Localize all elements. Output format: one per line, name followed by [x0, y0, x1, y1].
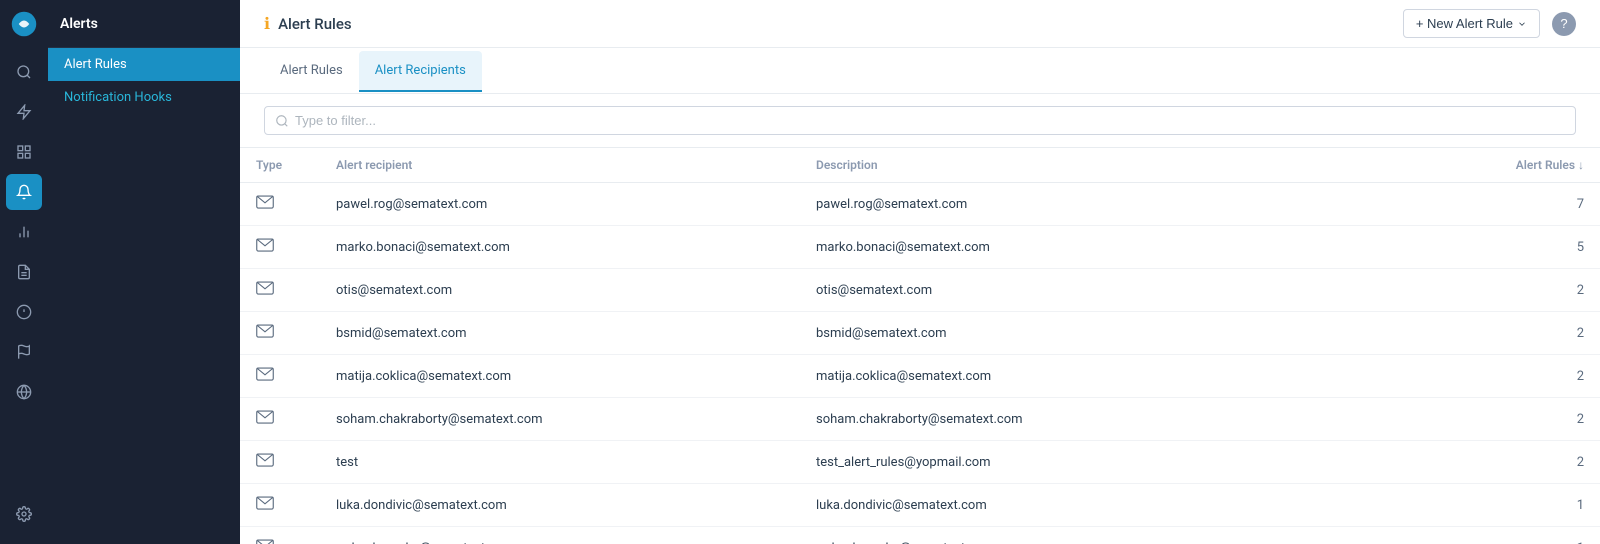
table-row: radu.gheorghe@sematext.com radu.gheorghe… [240, 527, 1600, 544]
sidebar-header: Alerts [48, 0, 240, 48]
cell-type [240, 183, 320, 226]
nav-globe[interactable] [6, 374, 42, 410]
cell-type [240, 527, 320, 544]
table-body: pawel.rog@sematext.com pawel.rog@sematex… [240, 183, 1600, 544]
table-row: soham.chakraborty@sematext.com soham.cha… [240, 398, 1600, 441]
nav-synthetics[interactable] [6, 294, 42, 330]
nav-settings[interactable] [6, 496, 42, 532]
table-row: luka.dondivic@sematext.com luka.dondivic… [240, 484, 1600, 527]
cell-type [240, 312, 320, 355]
cell-recipient: soham.chakraborty@sematext.com [320, 398, 800, 441]
cell-description: matija.coklica@sematext.com [800, 355, 1363, 398]
cell-description: pawel.rog@sematext.com [800, 183, 1363, 226]
cell-alert-rules: 2 [1363, 355, 1600, 398]
table-row: matija.coklica@sematext.com matija.cokli… [240, 355, 1600, 398]
email-icon [256, 324, 274, 338]
email-icon [256, 367, 274, 381]
col-description-header: Description [800, 148, 1363, 183]
help-label: ? [1560, 16, 1567, 31]
sidebar-item-label: Alert Rules [64, 57, 127, 72]
cell-recipient: matija.coklica@sematext.com [320, 355, 800, 398]
new-alert-rule-button[interactable]: + New Alert Rule [1403, 9, 1540, 38]
col-recipient-header: Alert recipient [320, 148, 800, 183]
info-icon: ℹ [264, 14, 270, 33]
cell-description: soham.chakraborty@sematext.com [800, 398, 1363, 441]
table-row: marko.bonaci@sematext.com marko.bonaci@s… [240, 226, 1600, 269]
nav-alerts[interactable] [6, 174, 42, 210]
email-icon [256, 238, 274, 252]
cell-alert-rules: 7 [1363, 183, 1600, 226]
nav-flag[interactable] [6, 334, 42, 370]
col-type-header: Type [240, 148, 320, 183]
search-icon [275, 114, 289, 128]
table-row: pawel.rog@sematext.com pawel.rog@sematex… [240, 183, 1600, 226]
email-icon [256, 195, 274, 209]
cell-recipient: luka.dondivic@sematext.com [320, 484, 800, 527]
tab-alert-rules[interactable]: Alert Rules [264, 51, 359, 92]
sidebar: Alerts Alert Rules Notification Hooks [48, 0, 240, 544]
sidebar-item-notification-hooks[interactable]: Notification Hooks [48, 81, 240, 114]
col-alert-rules-header: Alert Rules ↓ [1363, 148, 1600, 183]
cell-type [240, 355, 320, 398]
cell-description: radu.gheorghe@sematext.com [800, 527, 1363, 544]
cell-alert-rules: 1 [1363, 484, 1600, 527]
tab-bar: Alert Rules Alert Recipients [240, 48, 1600, 94]
cell-recipient: pawel.rog@sematext.com [320, 183, 800, 226]
nav-dashboard[interactable] [6, 134, 42, 170]
cell-alert-rules: 2 [1363, 269, 1600, 312]
cell-alert-rules: 2 [1363, 398, 1600, 441]
table-header-row: Type Alert recipient Description Alert R… [240, 148, 1600, 183]
cell-recipient: radu.gheorghe@sematext.com [320, 527, 800, 544]
sidebar-section-title: Alerts [60, 16, 98, 32]
cell-description: test_alert_rules@yopmail.com [800, 441, 1363, 484]
email-icon [256, 496, 274, 510]
chevron-down-icon [1517, 19, 1527, 29]
cell-description: luka.dondivic@sematext.com [800, 484, 1363, 527]
topbar-right: + New Alert Rule ? [1403, 9, 1576, 38]
cell-recipient: otis@sematext.com [320, 269, 800, 312]
table-row: bsmid@sematext.com bsmid@sematext.com 2 [240, 312, 1600, 355]
cell-type [240, 441, 320, 484]
left-nav-rail [0, 0, 48, 544]
cell-description: otis@sematext.com [800, 269, 1363, 312]
email-icon [256, 281, 274, 295]
new-alert-rule-label: + New Alert Rule [1416, 16, 1513, 31]
recipients-table: Type Alert recipient Description Alert R… [240, 148, 1600, 544]
email-icon [256, 453, 274, 467]
sidebar-item-label: Notification Hooks [64, 90, 172, 105]
table-row: test test_alert_rules@yopmail.com 2 [240, 441, 1600, 484]
nav-logs[interactable] [6, 254, 42, 290]
page-title: Alert Rules [278, 15, 352, 33]
cell-alert-rules: 1 [1363, 527, 1600, 544]
table-row: otis@sematext.com otis@sematext.com 2 [240, 269, 1600, 312]
cell-description: bsmid@sematext.com [800, 312, 1363, 355]
nav-search[interactable] [6, 54, 42, 90]
nav-apps[interactable] [6, 94, 42, 130]
email-icon [256, 539, 274, 544]
cell-type [240, 226, 320, 269]
email-icon [256, 410, 274, 424]
cell-type [240, 484, 320, 527]
cell-recipient: bsmid@sematext.com [320, 312, 800, 355]
cell-recipient: test [320, 441, 800, 484]
filter-bar [240, 94, 1600, 148]
cell-description: marko.bonaci@sematext.com [800, 226, 1363, 269]
nav-metrics[interactable] [6, 214, 42, 250]
topbar-left: ℹ Alert Rules [264, 14, 352, 33]
topbar: ℹ Alert Rules + New Alert Rule ? [240, 0, 1600, 48]
filter-input-wrap [264, 106, 1576, 135]
filter-input[interactable] [295, 113, 1565, 128]
cell-type [240, 398, 320, 441]
cell-alert-rules: 2 [1363, 441, 1600, 484]
tab-alert-recipients[interactable]: Alert Recipients [359, 51, 482, 92]
cell-alert-rules: 2 [1363, 312, 1600, 355]
recipients-table-container: Type Alert recipient Description Alert R… [240, 148, 1600, 544]
logo[interactable] [10, 10, 38, 42]
cell-recipient: marko.bonaci@sematext.com [320, 226, 800, 269]
cell-alert-rules: 5 [1363, 226, 1600, 269]
cell-type [240, 269, 320, 312]
main-content: ℹ Alert Rules + New Alert Rule ? Alert R… [240, 0, 1600, 544]
help-button[interactable]: ? [1552, 12, 1576, 36]
sidebar-item-alert-rules[interactable]: Alert Rules [48, 48, 240, 81]
